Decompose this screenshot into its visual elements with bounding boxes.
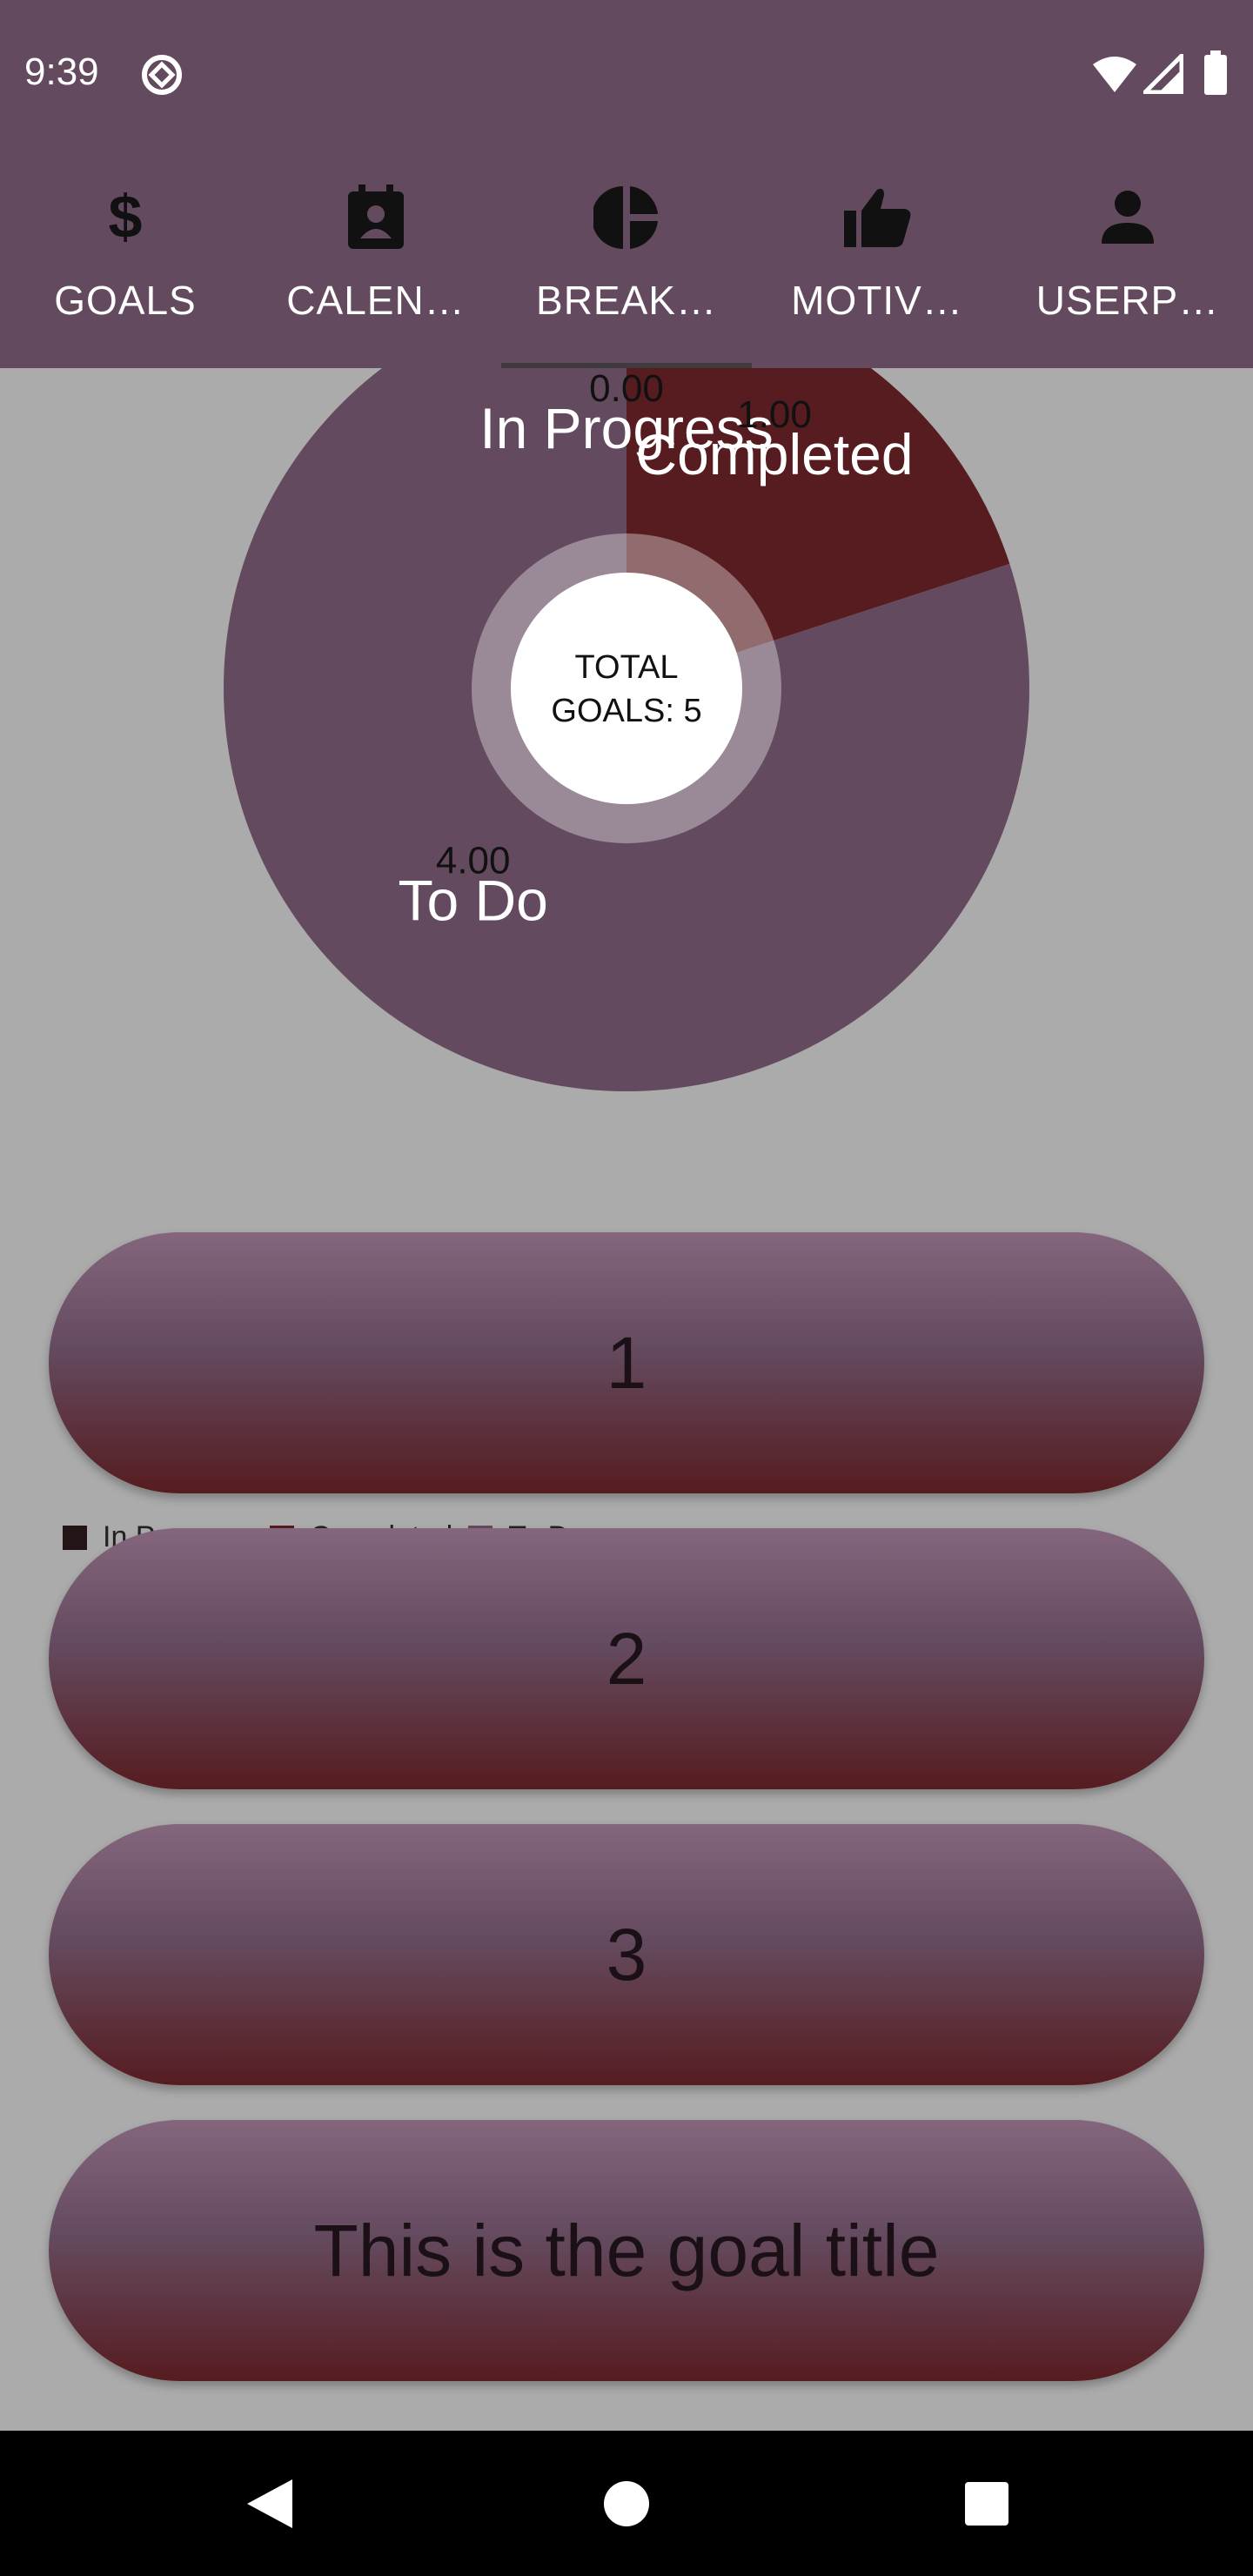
status-bar: 9:39: [0, 0, 1253, 148]
goal-card[interactable]: This is the goal title: [49, 2120, 1204, 2381]
recents-icon[interactable]: [948, 2465, 1025, 2542]
tab-bar: $ GOALS CALEN… BREAK… MOTIV… USERP…: [0, 148, 1253, 368]
battery-icon: [1203, 50, 1229, 100]
status-time: 9:39: [24, 50, 99, 93]
goals-pie-chart: TOTALGOALS: 50.00In Progress1.00Complete…: [224, 368, 1029, 1091]
goal-title: This is the goal title: [313, 2209, 940, 2291]
goal-card[interactable]: 3: [49, 1824, 1204, 2085]
sync-icon: [139, 52, 184, 102]
home-icon[interactable]: [588, 2465, 665, 2542]
slice-name-label: Completed: [635, 422, 913, 486]
navigation-bar: [0, 2431, 1253, 2576]
tab-breakdown[interactable]: BREAK…: [501, 148, 752, 368]
tab-label: BREAK…: [536, 278, 717, 323]
slice-name-label: To Do: [398, 869, 547, 933]
tab-calendar[interactable]: CALEN…: [251, 148, 501, 368]
goal-title: 3: [606, 1913, 647, 1996]
center-text-line1: TOTAL: [575, 649, 679, 686]
tab-motivation[interactable]: MOTIV…: [752, 148, 1002, 368]
pie-center-hole: [511, 573, 742, 804]
person-icon: [1093, 183, 1163, 252]
tab-userprofile[interactable]: USERP…: [1002, 148, 1253, 368]
calendar-contact-icon: [341, 183, 411, 252]
tab-label: GOALS: [54, 278, 197, 323]
pie-chart-icon: [592, 183, 661, 252]
goal-card[interactable]: 2: [49, 1528, 1204, 1789]
thumb-up-icon: [842, 183, 912, 252]
cell-signal-icon: [1139, 50, 1184, 98]
center-text-line2: GOALS: 5: [551, 693, 701, 729]
svg-text:$: $: [109, 187, 143, 248]
breakdown-content: TOTAL GOALS: 5 0.00 In Progress 1.00 Complete…: [0, 368, 1253, 2431]
dollar-icon: $: [90, 183, 160, 252]
legend-swatch: [63, 1525, 87, 1550]
tab-label: CALEN…: [286, 278, 466, 323]
tab-label: USERP…: [1035, 278, 1220, 323]
tab-goals[interactable]: $ GOALS: [0, 148, 251, 368]
goal-title: 2: [606, 1617, 647, 1700]
tab-label: MOTIV…: [791, 278, 963, 323]
back-icon[interactable]: [231, 2465, 308, 2542]
goal-card[interactable]: 1: [49, 1232, 1204, 1493]
wifi-icon: [1091, 54, 1138, 98]
goal-title: 1: [606, 1321, 647, 1404]
